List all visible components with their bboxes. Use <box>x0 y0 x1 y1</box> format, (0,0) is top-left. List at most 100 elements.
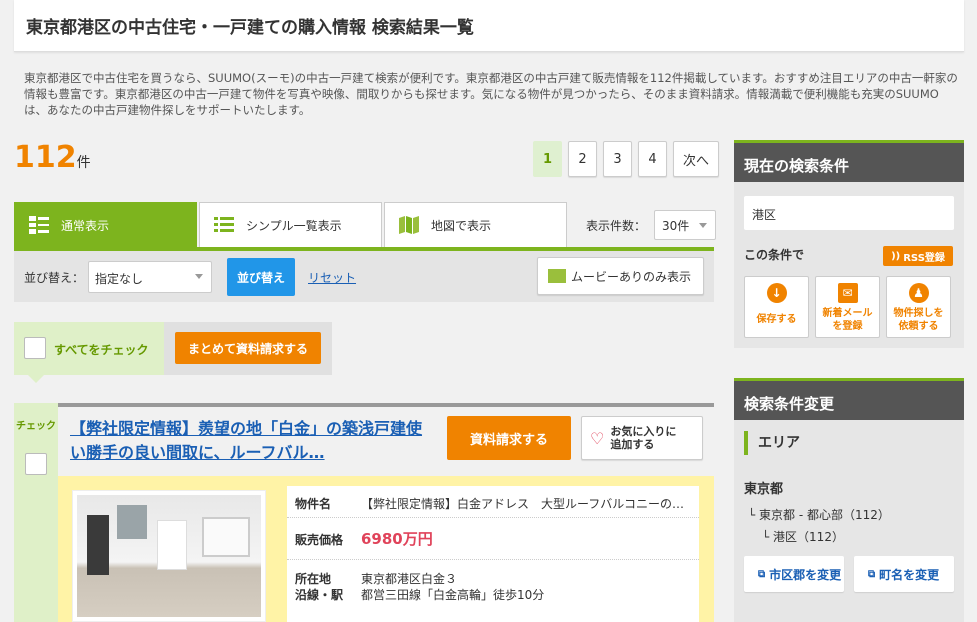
request-label-line2: 依頼する <box>898 321 939 332</box>
sort-select[interactable]: 指定なし <box>88 261 212 293</box>
listing-divider <box>58 403 714 407</box>
property-details: 物件名 【弊社限定情報】白金アドレス 大型ルーフバルコニーの… 販売価格 698… <box>287 486 699 622</box>
rss-button[interactable]: )) RSS登録 <box>883 246 953 266</box>
ward-label: 港区（112） <box>773 530 844 544</box>
heart-icon: ♡ <box>590 428 605 448</box>
condition-label: この条件で <box>744 248 805 262</box>
property-listing: チェック 【弊社限定情報】羨望の地「白金」の築浅戸建使い勝手の良い間取に、ルーフ… <box>14 403 714 622</box>
name-value: 【弊社限定情報】白金アドレス 大型ルーフバルコニーの… <box>361 497 685 511</box>
next-page-button[interactable]: 次へ <box>673 141 719 177</box>
listing-check-label: チェック <box>16 421 56 432</box>
result-count-number: 112 <box>14 140 77 175</box>
intro-text: 東京都港区で中古住宅を買うなら、SUUMO(スーモ)の中古一戸建て検索が便利です… <box>24 71 958 117</box>
pagination: 1 2 3 4 次へ <box>533 141 719 177</box>
tab-map[interactable]: 地図で表示 <box>384 202 567 248</box>
change-town-button[interactable]: ⧉ 町名を変更 <box>854 556 954 592</box>
tab-simple-label: シンプル一覧表示 <box>246 218 342 233</box>
name-label: 物件名 <box>295 497 332 511</box>
check-all-label: すべてをチェック <box>54 343 149 357</box>
listing-check-column: チェック <box>14 403 58 622</box>
favorite-label-line2: 追加する <box>610 438 655 451</box>
sort-bar: 並び替え： 指定なし 並び替え リセット ムービーありのみ表示 <box>14 251 714 302</box>
page: 東京都港区の中古住宅・一戸建ての購入情報 検索結果一覧 東京都港区で中古住宅を買… <box>0 0 977 622</box>
prefecture-name: 東京都 <box>744 482 784 497</box>
favorite-label-line1: お気に入りに <box>610 425 677 438</box>
station-label: 沿線・駅 <box>295 588 344 602</box>
listing-detail-box: 物件名 【弊社限定情報】白金アドレス 大型ルーフバルコニーの… 販売価格 698… <box>58 476 714 622</box>
sort-select-value: 指定なし <box>95 272 144 286</box>
listing-title-link[interactable]: 【弊社限定情報】羨望の地「白金」の築浅戸建使い勝手の良い間取に、ルーフバル… <box>70 417 430 465</box>
location-label: 所在地 <box>295 572 332 586</box>
change-conditions-heading: 検索条件変更 <box>734 378 964 420</box>
property-request-button[interactable]: ♟ 物件探しを 依頼する <box>886 276 951 338</box>
bulk-request-button[interactable]: まとめて資料請求する <box>175 332 321 364</box>
detail-row-name: 物件名 【弊社限定情報】白金アドレス 大型ルーフバルコニーの… <box>287 486 699 518</box>
tree-branch-icon: └ <box>762 530 774 544</box>
per-page-select[interactable]: 30件 <box>654 210 717 240</box>
current-area: 港区 <box>744 196 954 230</box>
mail-label-line1: 新着メール <box>822 308 873 319</box>
change-town-label: 町名を変更 <box>879 567 940 582</box>
bulk-actions: すべてをチェック まとめて資料請求する <box>14 322 332 383</box>
request-label-line1: 物件探しを <box>893 308 944 319</box>
property-photo[interactable] <box>72 490 266 622</box>
tab-normal[interactable]: 通常表示 <box>14 202 197 248</box>
location-station-values: 東京都港区白金３ 都営三田線「白金高輪」徒歩10分 <box>361 571 544 603</box>
sort-button[interactable]: 並び替え <box>227 258 295 296</box>
tree-branch-icon: └ <box>748 508 760 522</box>
price-value: 6980万円 <box>361 530 433 548</box>
listing-checkbox[interactable] <box>25 453 47 475</box>
movie-only-button[interactable]: ムービーありのみ表示 <box>537 257 704 295</box>
rss-label: RSS登録 <box>903 252 945 264</box>
reset-link[interactable]: リセット <box>308 269 356 286</box>
region-item: └ 東京都 - 都心部（112） <box>748 506 890 523</box>
result-count-unit: 件 <box>76 155 91 171</box>
page-4[interactable]: 4 <box>638 141 667 177</box>
page-3[interactable]: 3 <box>603 141 632 177</box>
grid-list-icon <box>29 216 49 234</box>
page-title-box: 東京都港区の中古住宅・一戸建ての購入情報 検索結果一覧 <box>14 0 964 52</box>
tab-normal-label: 通常表示 <box>61 218 110 233</box>
check-all-checkbox[interactable] <box>24 337 46 359</box>
per-page-value: 30件 <box>662 218 690 233</box>
tab-simple[interactable]: シンプル一覧表示 <box>199 202 382 248</box>
property-photo-image <box>77 495 261 617</box>
mail-icon: ✉ <box>837 283 858 303</box>
change-city-label: 市区郡を変更 <box>769 567 842 582</box>
check-all-area: すべてをチェック <box>14 322 164 383</box>
save-label: 保存する <box>756 314 797 325</box>
detail-row-price: 販売価格 6980万円 <box>287 518 699 560</box>
change-city-button[interactable]: ⧉ 市区郡を変更 <box>744 556 844 592</box>
movie-only-label: ムービーありのみ表示 <box>571 269 692 284</box>
price-label: 販売価格 <box>295 533 344 547</box>
detail-row-location: 所在地 沿線・駅 東京都港区白金３ 都営三田線「白金高輪」徒歩10分 <box>287 560 699 604</box>
person-icon: ♟ <box>908 283 929 303</box>
request-info-button[interactable]: 資料請求する <box>447 416 571 460</box>
favorite-label: お気に入りに 追加する <box>610 425 676 451</box>
tab-map-label: 地図で表示 <box>431 218 492 233</box>
region-label: 東京都 - 都心部（112） <box>759 508 890 522</box>
chevron-down-icon <box>699 223 708 228</box>
chevron-down-icon <box>195 274 203 279</box>
external-link-icon: ⧉ <box>868 568 876 580</box>
per-page-label: 表示件数： <box>586 218 647 233</box>
list-icon <box>214 217 234 232</box>
location-value: 東京都港区白金３ <box>361 572 458 586</box>
area-heading: エリア <box>744 431 800 455</box>
station-value: 都営三田線「白金高輪」徒歩10分 <box>361 588 545 602</box>
new-mail-button[interactable]: ✉ 新着メール を登録 <box>815 276 880 338</box>
result-count: 112件 <box>14 140 91 175</box>
rss-icon: )) <box>891 250 901 262</box>
mail-label-line2: を登録 <box>832 321 863 332</box>
map-icon <box>399 216 419 234</box>
change-conditions-panel: 検索条件変更 エリア 東京都 └ 東京都 - 都心部（112） └ 港区（112… <box>734 378 964 622</box>
add-favorite-button[interactable]: ♡ お気に入りに 追加する <box>581 416 703 460</box>
film-icon <box>548 269 566 283</box>
save-conditions-button[interactable]: ↓ 保存する <box>744 276 809 338</box>
location-station-labels: 所在地 沿線・駅 <box>295 571 343 603</box>
current-conditions-heading: 現在の検索条件 <box>734 140 964 182</box>
external-link-icon: ⧉ <box>758 568 766 580</box>
per-page: 表示件数： 30件 <box>586 210 717 240</box>
page-2[interactable]: 2 <box>568 141 597 177</box>
page-1[interactable]: 1 <box>533 141 562 177</box>
